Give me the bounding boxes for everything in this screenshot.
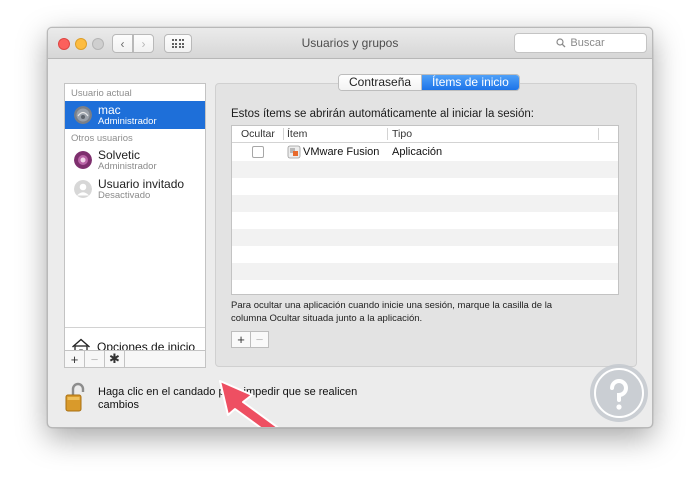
user-name: Solvetic bbox=[98, 148, 141, 162]
close-window-button[interactable] bbox=[58, 38, 70, 50]
user-row-guest[interactable]: Usuario invitado Desactivado bbox=[65, 175, 205, 203]
item-name: VMware Fusion bbox=[303, 146, 380, 158]
avatar-icon bbox=[74, 180, 92, 198]
column-separator bbox=[598, 128, 599, 140]
back-button[interactable]: ‹ bbox=[112, 34, 133, 53]
avatar-icon bbox=[74, 106, 92, 124]
remove-user-button[interactable]: − bbox=[85, 351, 105, 367]
user-row-mac[interactable]: mac Administrador bbox=[65, 101, 205, 129]
table-row[interactable]: VMware Fusion Aplicación bbox=[232, 144, 618, 161]
current-user-label: Usuario actual bbox=[71, 88, 132, 99]
add-item-button[interactable]: + bbox=[232, 332, 250, 347]
table-row-empty bbox=[232, 229, 618, 246]
lock-icon[interactable] bbox=[64, 382, 88, 412]
avatar-icon bbox=[74, 151, 92, 169]
column-item[interactable]: Ítem bbox=[287, 128, 307, 140]
other-users-label: Otros usuarios bbox=[71, 133, 133, 144]
grid-icon bbox=[171, 39, 185, 48]
users-sidebar: Usuario actual mac Administrador Otros u… bbox=[64, 83, 206, 367]
item-type: Aplicación bbox=[392, 146, 443, 158]
login-items-table: Ocultar Ítem Tipo VMware Fusion Aplicaci… bbox=[231, 125, 619, 295]
hide-checkbox[interactable] bbox=[252, 146, 264, 158]
minimize-window-button[interactable] bbox=[75, 38, 87, 50]
zoom-window-button[interactable] bbox=[92, 38, 104, 50]
user-name: mac bbox=[98, 103, 121, 117]
add-user-button[interactable]: + bbox=[65, 351, 85, 367]
column-separator bbox=[283, 128, 284, 140]
user-row-solvetic[interactable]: Solvetic Administrador bbox=[65, 146, 205, 174]
tab-bar: Contraseña Ítems de inicio bbox=[338, 74, 520, 91]
tab-password[interactable]: Contraseña bbox=[339, 75, 422, 90]
login-items-toolbar: + − bbox=[231, 331, 269, 348]
help-text: Para ocultar una aplicación cuando inici… bbox=[231, 300, 553, 324]
chevron-left-icon: ‹ bbox=[120, 36, 125, 51]
sidebar-toolbar: + − ✱ bbox=[64, 350, 206, 368]
search-input[interactable]: Buscar bbox=[514, 33, 647, 53]
table-row-empty bbox=[232, 195, 618, 212]
title-bar: ‹ › Usuarios y grupos Buscar bbox=[48, 28, 652, 59]
column-type[interactable]: Tipo bbox=[392, 128, 412, 140]
vmware-fusion-icon bbox=[287, 145, 301, 159]
show-all-button[interactable] bbox=[164, 34, 192, 53]
search-icon bbox=[556, 38, 566, 48]
arrow-annotation-icon bbox=[219, 380, 279, 427]
tab-login-items[interactable]: Ítems de inicio bbox=[421, 75, 519, 90]
column-separator bbox=[387, 128, 388, 140]
table-row-empty bbox=[232, 161, 618, 178]
column-hide[interactable]: Ocultar bbox=[241, 128, 275, 140]
login-items-description: Estos ítems se abrirán automáticamente a… bbox=[231, 108, 534, 120]
user-role: Desactivado bbox=[98, 190, 151, 201]
user-role: Administrador bbox=[98, 116, 157, 127]
user-name: Usuario invitado bbox=[98, 177, 185, 191]
remove-item-button[interactable]: − bbox=[250, 332, 268, 347]
forward-button[interactable]: › bbox=[133, 34, 154, 53]
search-placeholder: Buscar bbox=[570, 37, 605, 49]
table-header: Ocultar Ítem Tipo bbox=[232, 126, 618, 143]
preferences-window: ‹ › Usuarios y grupos Buscar Usuario act… bbox=[47, 27, 653, 428]
table-row-empty bbox=[232, 263, 618, 280]
user-role: Administrador bbox=[98, 161, 157, 172]
chevron-right-icon: › bbox=[141, 36, 146, 51]
gear-icon[interactable]: ✱ bbox=[105, 351, 125, 367]
solvetic-logo-icon bbox=[590, 364, 648, 422]
